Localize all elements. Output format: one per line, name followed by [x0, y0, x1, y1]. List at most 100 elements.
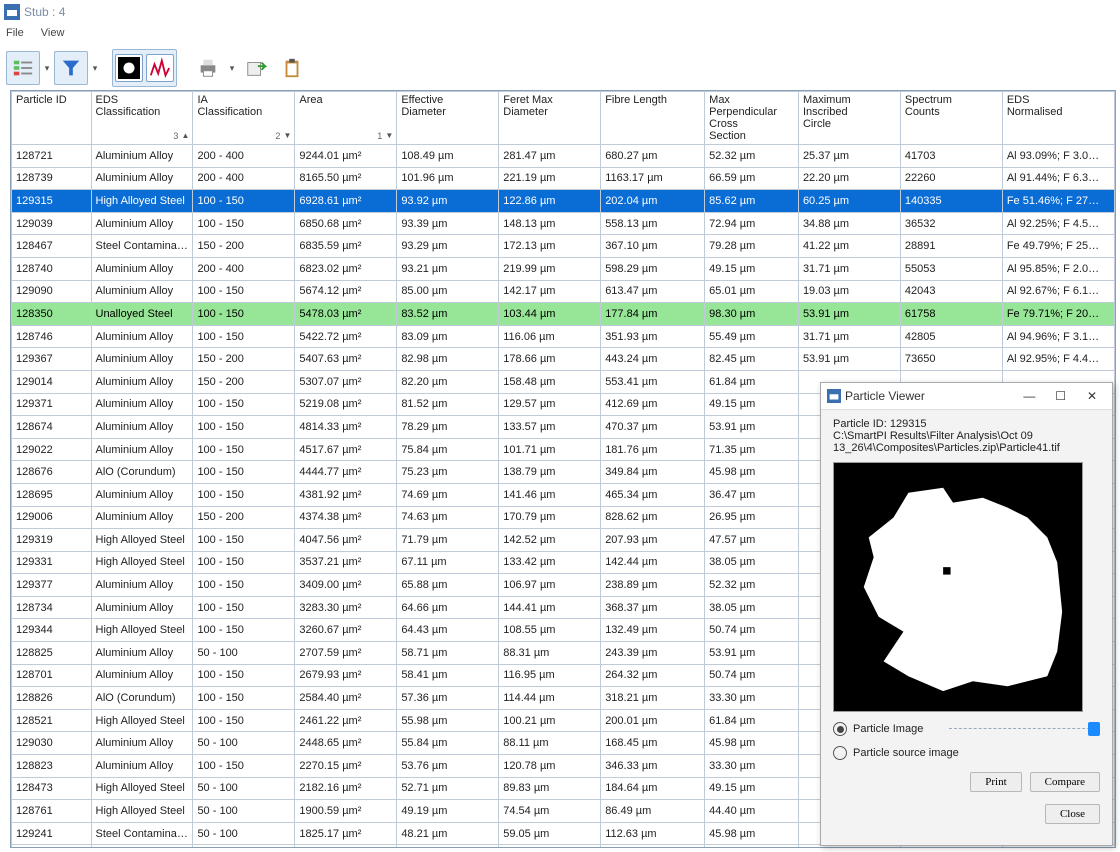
column-header-pid[interactable]: Particle ID	[12, 92, 92, 145]
column-header-ia[interactable]: IAClassification2▼	[193, 92, 295, 145]
cell-eds: AlO (Corundum)	[91, 687, 193, 710]
column-header-area[interactable]: Area1▼	[295, 92, 397, 145]
cell-ed: 81.52 µm	[397, 393, 499, 416]
table-row[interactable]: 129090Aluminium Alloy100 - 1505674.12 µm…	[12, 280, 1115, 303]
cell-fl: 367.10 µm	[601, 235, 705, 258]
cell-area: 6835.59 µm²	[295, 235, 397, 258]
cell-fl: 142.44 µm	[601, 551, 705, 574]
cell-ia: 100 - 150	[193, 212, 295, 235]
cell-mpcs: 50.74 µm	[705, 664, 799, 687]
cell-ia: 100 - 150	[193, 416, 295, 439]
cell-sc: 42805	[900, 325, 1002, 348]
table-row[interactable]: 128746Aluminium Alloy100 - 1505422.72 µm…	[12, 325, 1115, 348]
cell-eds: High Alloyed Steel	[91, 845, 193, 848]
cell-ia: 100 - 150	[193, 596, 295, 619]
column-header-fl[interactable]: Fibre Length	[601, 92, 705, 145]
export-icon[interactable]	[239, 51, 273, 85]
cell-ia: 100 - 150	[193, 687, 295, 710]
cell-ia: 50 - 100	[193, 642, 295, 665]
cell-area: 2707.59 µm²	[295, 642, 397, 665]
cell-area: 8165.50 µm²	[295, 167, 397, 190]
column-header-sc[interactable]: SpectrumCounts	[900, 92, 1002, 145]
cell-fmd: 142.17 µm	[499, 280, 601, 303]
radio-particle-image[interactable]: Particle Image	[833, 722, 1100, 736]
cell-eds: High Alloyed Steel	[91, 529, 193, 552]
cell-ed: 75.23 µm	[397, 461, 499, 484]
view-particle-icon[interactable]	[115, 54, 143, 82]
table-row[interactable]: 129315High Alloyed Steel100 - 1506928.61…	[12, 190, 1115, 213]
column-header-eds[interactable]: EDSClassification3▲	[91, 92, 193, 145]
cell-pid: 128676	[12, 461, 92, 484]
cell-pid: 128825	[12, 642, 92, 665]
dropdown-icon[interactable]: ▾	[90, 63, 100, 74]
maximize-icon[interactable]: ☐	[1047, 389, 1075, 403]
cell-sc: 36532	[900, 212, 1002, 235]
cell-area: 4381.92 µm²	[295, 483, 397, 506]
column-header-mic[interactable]: MaximumInscribedCircle	[798, 92, 900, 145]
compare-button[interactable]: Compare	[1030, 772, 1100, 792]
cell-fl: 351.93 µm	[601, 325, 705, 348]
close-button[interactable]: Close	[1045, 804, 1100, 824]
cell-mpcs: 53.91 µm	[705, 416, 799, 439]
toggle-checklist-icon[interactable]	[6, 51, 40, 85]
menu-file[interactable]: File	[6, 27, 24, 39]
view-spectrum-icon[interactable]	[146, 54, 174, 82]
cell-eds: Aluminium Alloy	[91, 596, 193, 619]
cell-area: 5674.12 µm²	[295, 280, 397, 303]
column-header-mpcs[interactable]: MaxPerpendicularCrossSection	[705, 92, 799, 145]
dropdown-icon[interactable]: ▾	[227, 63, 237, 74]
cell-sc: 41703	[900, 145, 1002, 168]
cell-mpcs: 36.47 µm	[705, 483, 799, 506]
radio-source-image[interactable]: Particle source image	[833, 746, 1100, 760]
cell-mpcs: 55.49 µm	[705, 325, 799, 348]
print-button[interactable]: Print	[970, 772, 1021, 792]
cell-eds: Aluminium Alloy	[91, 348, 193, 371]
column-header-fmd[interactable]: Feret MaxDiameter	[499, 92, 601, 145]
cell-mpcs: 49.15 µm	[705, 393, 799, 416]
column-header-ed[interactable]: EffectiveDiameter	[397, 92, 499, 145]
cell-mic: 53.91 µm	[798, 303, 900, 326]
minimize-icon[interactable]: —	[1015, 389, 1043, 403]
cell-sc: 61758	[900, 303, 1002, 326]
cell-ia: 150 - 200	[193, 370, 295, 393]
dropdown-icon[interactable]: ▾	[42, 63, 52, 74]
cell-eds: High Alloyed Steel	[91, 777, 193, 800]
cell-area: 1825.17 µm²	[295, 822, 397, 845]
cell-pid: 129377	[12, 574, 92, 597]
cell-ed: 93.21 µm	[397, 257, 499, 280]
table-row[interactable]: 128350Unalloyed Steel100 - 1505478.03 µm…	[12, 303, 1115, 326]
cell-edsN: Al 92.67%; F 6.1…	[1002, 280, 1114, 303]
cell-ed: 47.74 µm	[397, 845, 499, 848]
close-icon[interactable]: ✕	[1078, 389, 1106, 403]
table-row[interactable]: 128467Steel Contaminated150 - 2006835.59…	[12, 235, 1115, 258]
table-row[interactable]: 128739Aluminium Alloy200 - 4008165.50 µm…	[12, 167, 1115, 190]
title-bar: Stub : 4	[0, 0, 1120, 24]
cell-area: 2270.15 µm²	[295, 755, 397, 778]
particle-viewer-titlebar[interactable]: Particle Viewer — ☐ ✕	[821, 383, 1112, 410]
cell-fmd: 106.97 µm	[499, 574, 601, 597]
cell-mpcs: 52.32 µm	[705, 574, 799, 597]
cell-fmd: 141.46 µm	[499, 483, 601, 506]
cell-fmd: 101.71 µm	[499, 438, 601, 461]
menu-view[interactable]: View	[41, 27, 65, 39]
cell-ed: 65.88 µm	[397, 574, 499, 597]
table-row[interactable]: 128721Aluminium Alloy200 - 4009244.01 µm…	[12, 145, 1115, 168]
cell-ed: 55.98 µm	[397, 709, 499, 732]
cell-ia: 150 - 200	[193, 506, 295, 529]
cell-ed: 93.29 µm	[397, 235, 499, 258]
threshold-slider[interactable]	[949, 722, 1100, 736]
cell-ed: 49.19 µm	[397, 800, 499, 823]
table-row[interactable]: 129039Aluminium Alloy100 - 1506850.68 µm…	[12, 212, 1115, 235]
table-row[interactable]: 128740Aluminium Alloy200 - 4006823.02 µm…	[12, 257, 1115, 280]
cell-pid: 129030	[12, 732, 92, 755]
cell-mpcs: 72.94 µm	[705, 212, 799, 235]
cell-area: 4374.38 µm²	[295, 506, 397, 529]
cell-fl: 168.45 µm	[601, 732, 705, 755]
table-row[interactable]: 129367Aluminium Alloy150 - 2005407.63 µm…	[12, 348, 1115, 371]
print-icon[interactable]	[191, 51, 225, 85]
cell-eds: Aluminium Alloy	[91, 483, 193, 506]
filter-icon[interactable]	[54, 51, 88, 85]
clipboard-icon[interactable]	[275, 51, 309, 85]
column-header-edsN[interactable]: EDSNormalised	[1002, 92, 1114, 145]
cell-mpcs: 65.01 µm	[705, 280, 799, 303]
